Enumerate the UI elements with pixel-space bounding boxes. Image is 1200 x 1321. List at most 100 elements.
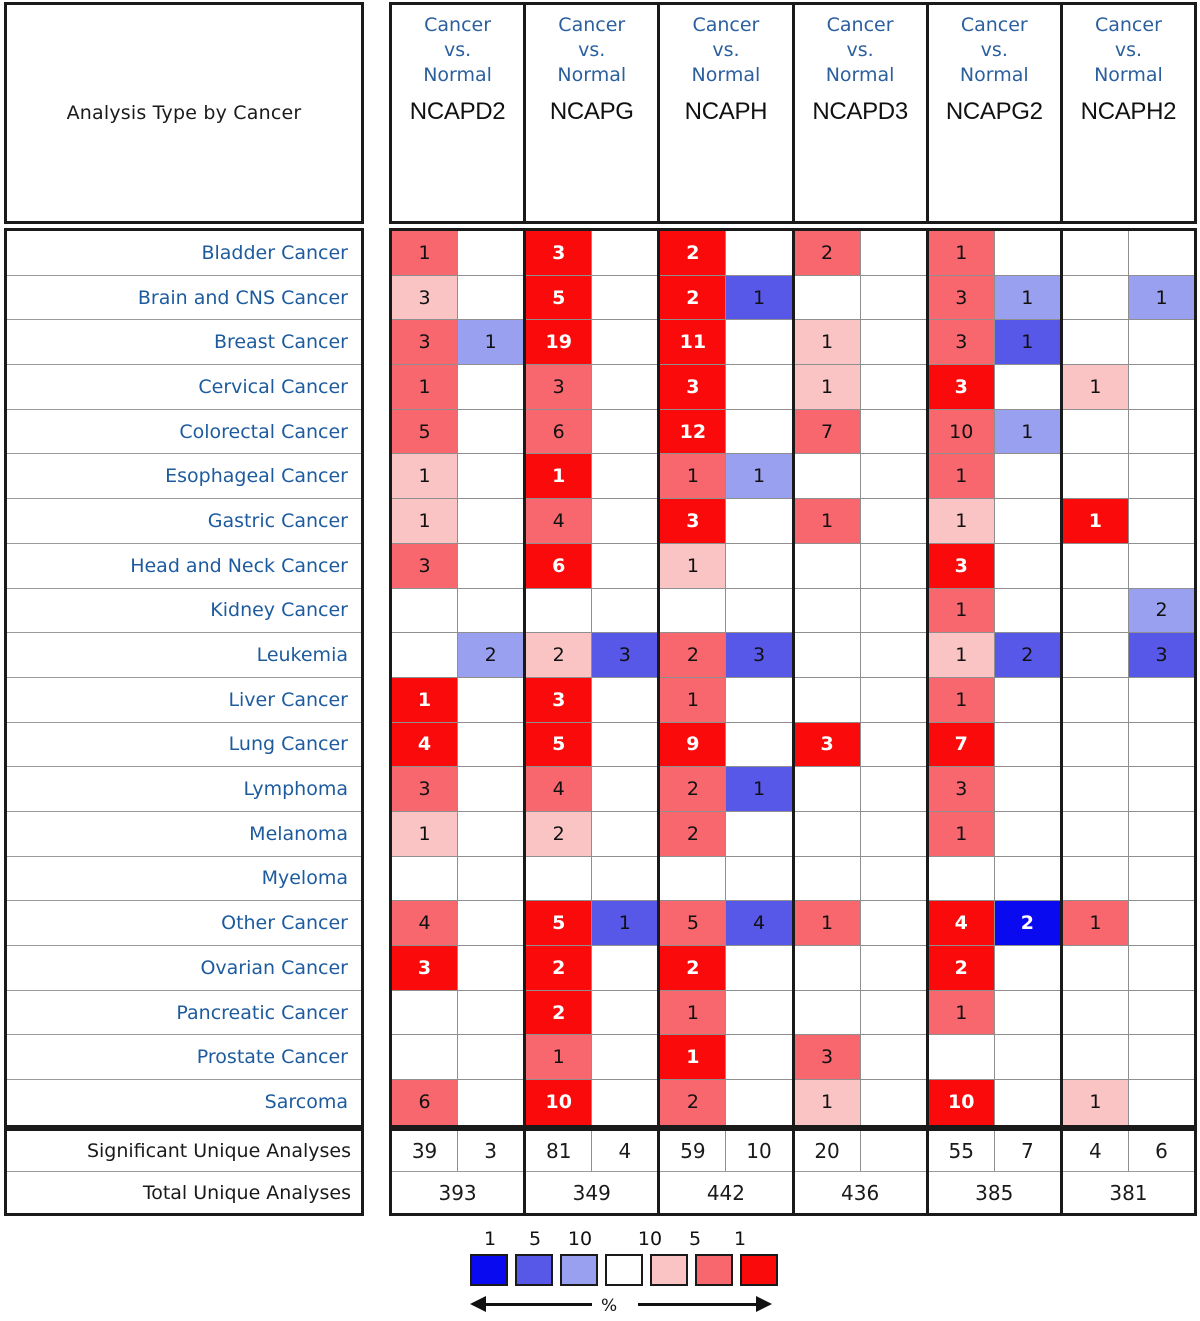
heatmap-cell-up[interactable]: 4 [392,901,459,945]
heatmap-cell-down[interactable]: 1 [726,454,792,499]
heatmap-cell-up[interactable]: 1 [392,231,459,275]
heatmap-cell-up[interactable]: 1 [660,677,727,722]
row-label-brain-and-cns-cancer[interactable]: Brain and CNS Cancer [7,276,361,321]
heatmap-cell-up[interactable]: 2 [526,990,593,1035]
heatmap-cell-up[interactable]: 1 [660,990,727,1035]
heatmap-cell-up[interactable]: 3 [794,1035,861,1080]
heatmap-cell-up[interactable]: 2 [928,946,995,990]
heatmap-cell-up[interactable]: 2 [660,811,727,856]
row-label-other-cancer[interactable]: Other Cancer [7,901,361,946]
heatmap-cell-up[interactable]: 3 [392,275,459,320]
heatmap-cell-down[interactable]: 4 [726,901,792,945]
heatmap-cell-up[interactable]: 1 [660,454,727,499]
row-label-lymphoma[interactable]: Lymphoma [7,767,361,812]
comparison-label-line[interactable]: vs. [929,38,1060,63]
heatmap-cell-up[interactable]: 3 [928,543,995,588]
heatmap-cell-up[interactable]: 1 [794,499,861,543]
heatmap-cell-up[interactable]: 1 [928,588,995,633]
heatmap-cell-up[interactable]: 10 [526,1080,593,1125]
comparison-label-line[interactable]: Normal [392,63,523,88]
heatmap-cell-up[interactable]: 1 [794,901,861,945]
heatmap-cell-up[interactable]: 3 [660,499,727,543]
heatmap-cell-up[interactable]: 1 [526,454,593,499]
heatmap-cell-down[interactable]: 2 [994,901,1060,945]
heatmap-cell-down[interactable]: 1 [458,320,524,365]
row-label-melanoma[interactable]: Melanoma [7,812,361,857]
row-label-leukemia[interactable]: Leukemia [7,633,361,678]
heatmap-cell-up[interactable]: 3 [392,320,459,365]
heatmap-cell-down[interactable]: 1 [994,320,1060,365]
heatmap-cell-up[interactable]: 3 [928,767,995,811]
heatmap-cell-up[interactable]: 5 [392,409,459,454]
heatmap-cell-up[interactable]: 2 [660,633,727,677]
comparison-label-line[interactable]: Normal [929,63,1060,88]
heatmap-cell-up[interactable]: 2 [794,231,861,275]
heatmap-cell-up[interactable]: 6 [526,409,593,454]
comparison-label-line[interactable]: Normal [526,63,657,88]
comparison-label-line[interactable]: vs. [526,38,657,63]
heatmap-cell-up[interactable]: 3 [928,275,995,320]
heatmap-cell-up[interactable]: 9 [660,722,727,767]
heatmap-cell-up[interactable]: 2 [660,946,727,990]
row-label-liver-cancer[interactable]: Liver Cancer [7,678,361,723]
heatmap-cell-up[interactable]: 1 [392,811,459,856]
heatmap-cell-up[interactable]: 1 [660,1035,727,1080]
heatmap-cell-up[interactable]: 1 [928,633,995,677]
heatmap-cell-up[interactable]: 1 [928,990,995,1035]
row-label-pancreatic-cancer[interactable]: Pancreatic Cancer [7,991,361,1036]
heatmap-cell-up[interactable]: 3 [526,365,593,409]
heatmap-cell-up[interactable]: 4 [526,499,593,543]
comparison-label-line[interactable]: Normal [660,63,791,88]
heatmap-cell-up[interactable]: 3 [526,231,593,275]
heatmap-cell-up[interactable]: 6 [526,543,593,588]
heatmap-cell-up[interactable]: 1 [526,1035,593,1080]
heatmap-cell-down[interactable]: 1 [994,275,1060,320]
comparison-label-line[interactable]: vs. [392,38,523,63]
comparison-label-line[interactable]: Cancer [392,13,523,38]
heatmap-cell-up[interactable]: 5 [526,275,593,320]
heatmap-cell-up[interactable]: 1 [928,231,995,275]
row-label-myeloma[interactable]: Myeloma [7,857,361,902]
heatmap-cell-up[interactable]: 3 [392,946,459,990]
heatmap-cell-up[interactable]: 1 [1062,499,1129,543]
comparison-label-line[interactable]: Cancer [929,13,1060,38]
heatmap-cell-up[interactable]: 1 [928,811,995,856]
row-label-breast-cancer[interactable]: Breast Cancer [7,320,361,366]
comparison-label-line[interactable]: vs. [660,38,791,63]
comparison-label-line[interactable]: Cancer [660,13,791,38]
row-label-esophageal-cancer[interactable]: Esophageal Cancer [7,454,361,500]
heatmap-cell-down[interactable]: 1 [726,767,792,811]
heatmap-cell-up[interactable]: 1 [928,454,995,499]
heatmap-cell-up[interactable]: 1 [392,499,459,543]
row-label-lung-cancer[interactable]: Lung Cancer [7,723,361,768]
heatmap-cell-down[interactable]: 1 [726,275,792,320]
heatmap-cell-down[interactable]: 2 [1128,588,1195,633]
heatmap-cell-up[interactable]: 11 [660,320,727,365]
comparison-label-line[interactable]: Cancer [1063,13,1194,38]
heatmap-cell-down[interactable]: 3 [592,633,658,677]
heatmap-cell-up[interactable]: 1 [928,677,995,722]
heatmap-cell-up[interactable]: 2 [660,275,727,320]
heatmap-cell-up[interactable]: 1 [392,365,459,409]
heatmap-cell-up[interactable]: 1 [794,365,861,409]
heatmap-cell-up[interactable]: 3 [526,677,593,722]
comparison-label-line[interactable]: Cancer [795,13,926,38]
heatmap-cell-up[interactable]: 12 [660,409,727,454]
heatmap-cell-up[interactable]: 5 [526,722,593,767]
heatmap-cell-up[interactable]: 2 [526,633,593,677]
heatmap-cell-up[interactable]: 10 [928,409,995,454]
heatmap-cell-down[interactable]: 1 [1128,275,1195,320]
heatmap-cell-up[interactable]: 4 [392,722,459,767]
row-label-head-and-neck-cancer[interactable]: Head and Neck Cancer [7,544,361,589]
row-label-bladder-cancer[interactable]: Bladder Cancer [7,231,361,276]
row-label-colorectal-cancer[interactable]: Colorectal Cancer [7,410,361,455]
comparison-label-line[interactable]: Normal [795,63,926,88]
heatmap-cell-up[interactable]: 1 [928,499,995,543]
row-label-kidney-cancer[interactable]: Kidney Cancer [7,589,361,634]
heatmap-cell-up[interactable]: 1 [392,454,459,499]
heatmap-cell-up[interactable]: 4 [928,901,995,945]
heatmap-cell-down[interactable]: 1 [592,901,658,945]
heatmap-cell-up[interactable]: 1 [794,1080,861,1125]
heatmap-cell-up[interactable]: 5 [660,901,727,945]
heatmap-cell-up[interactable]: 3 [928,365,995,409]
